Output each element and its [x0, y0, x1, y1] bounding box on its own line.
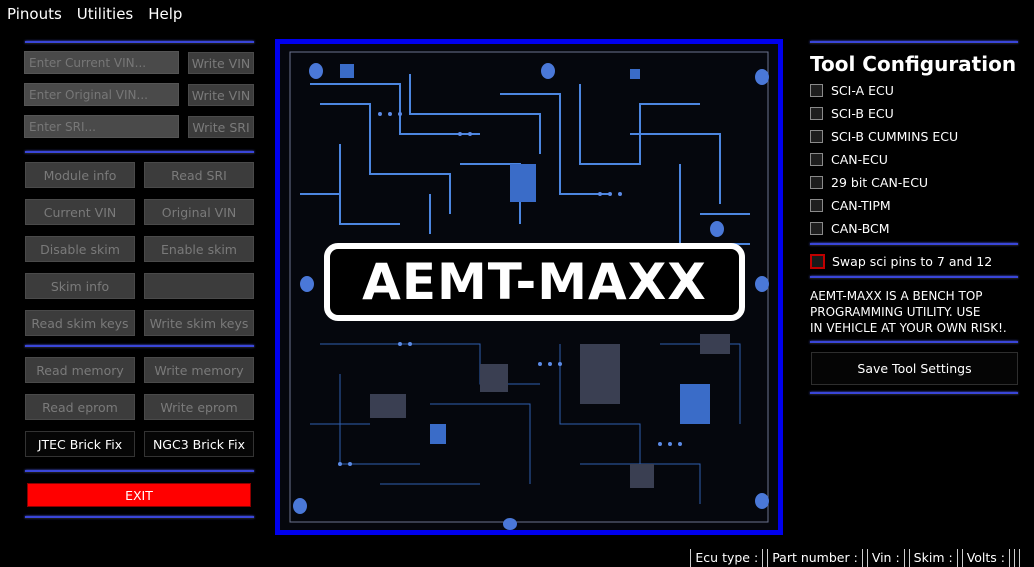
- option-sci-a-ecu[interactable]: SCI-A ECU: [810, 82, 894, 98]
- separator: [25, 41, 254, 44]
- circuit-board-image: AEMT-MAXX: [275, 39, 783, 535]
- current-vin-input[interactable]: [24, 51, 179, 74]
- warning-notice: AEMT-MAXX IS A BENCH TOP PROGRAMMING UTI…: [810, 289, 1007, 335]
- menu-help[interactable]: Help: [141, 0, 190, 28]
- disable-skim-button[interactable]: Disable skim: [25, 236, 135, 262]
- option-label: 29 bit CAN-ECU: [831, 174, 929, 190]
- status-volts: Volts :: [961, 549, 1010, 567]
- option-sci-b-ecu[interactable]: SCI-B ECU: [810, 105, 894, 121]
- checkbox-icon[interactable]: [810, 152, 823, 166]
- checkbox-icon[interactable]: [810, 129, 823, 143]
- read-skim-keys-button[interactable]: Read skim keys: [25, 310, 135, 336]
- module-info-button[interactable]: Module info: [25, 162, 135, 188]
- separator: [25, 151, 254, 154]
- status-ecu-type: Ecu type :: [690, 549, 764, 567]
- checkbox-icon[interactable]: [810, 253, 825, 269]
- menu-bar: Pinouts Utilities Help: [0, 0, 190, 28]
- original-vin-button[interactable]: Original VIN: [144, 199, 254, 225]
- option-label: Swap sci pins to 7 and 12: [832, 253, 993, 269]
- logo-text: AEMT-MAXX: [362, 253, 707, 311]
- option-swap-sci-pins[interactable]: Swap sci pins to 7 and 12: [810, 253, 992, 269]
- blank-button[interactable]: [144, 273, 254, 299]
- checkbox-icon[interactable]: [810, 106, 823, 120]
- ngc3-brick-fix-button[interactable]: NGC3 Brick Fix: [144, 431, 254, 457]
- write-skim-keys-button[interactable]: Write skim keys: [144, 310, 254, 336]
- separator: [810, 41, 1018, 44]
- original-vin-input[interactable]: [24, 83, 179, 106]
- checkbox-icon[interactable]: [810, 198, 823, 212]
- separator: [810, 392, 1018, 395]
- option-label: CAN-ECU: [831, 151, 888, 167]
- save-tool-settings-button[interactable]: Save Tool Settings: [811, 352, 1018, 385]
- separator: [810, 243, 1018, 246]
- read-eprom-button[interactable]: Read eprom: [25, 394, 135, 420]
- logo-banner: AEMT-MAXX: [324, 243, 745, 321]
- read-sri-button[interactable]: Read SRI: [144, 162, 254, 188]
- current-vin-button[interactable]: Current VIN: [25, 199, 135, 225]
- option-label: CAN-BCM: [831, 220, 890, 236]
- read-memory-button[interactable]: Read memory: [25, 357, 135, 383]
- status-vin: Vin :: [866, 549, 905, 567]
- option-label: CAN-TIPM: [831, 197, 891, 213]
- option-label: SCI-A ECU: [831, 82, 894, 98]
- checkbox-icon[interactable]: [810, 175, 823, 189]
- option-sci-b-cummins-ecu[interactable]: SCI-B CUMMINS ECU: [810, 128, 958, 144]
- separator: [25, 516, 254, 519]
- separator: [810, 341, 1018, 344]
- option-label: SCI-B ECU: [831, 105, 894, 121]
- status-bar: Ecu type : Part number : Vin : Skim : Vo…: [686, 549, 1020, 567]
- checkbox-icon[interactable]: [810, 83, 823, 97]
- option-can-bcm[interactable]: CAN-BCM: [810, 220, 890, 236]
- write-eprom-button[interactable]: Write eprom: [144, 394, 254, 420]
- menu-utilities[interactable]: Utilities: [70, 0, 141, 28]
- menu-pinouts[interactable]: Pinouts: [0, 0, 70, 28]
- write-memory-button[interactable]: Write memory: [144, 357, 254, 383]
- write-original-vin-button[interactable]: Write VIN: [188, 84, 254, 106]
- jtec-brick-fix-button[interactable]: JTEC Brick Fix: [25, 431, 135, 457]
- checkbox-icon[interactable]: [810, 221, 823, 235]
- separator: [25, 470, 254, 473]
- option-can-tipm[interactable]: CAN-TIPM: [810, 197, 891, 213]
- write-sri-button[interactable]: Write SRI: [188, 116, 254, 138]
- tool-configuration-title: Tool Configuration: [810, 52, 1017, 76]
- option-label: SCI-B CUMMINS ECU: [831, 128, 959, 144]
- option-can-ecu[interactable]: CAN-ECU: [810, 151, 888, 167]
- skim-info-button[interactable]: Skim info: [25, 273, 135, 299]
- status-extra: [1014, 549, 1020, 567]
- sri-input[interactable]: [24, 115, 179, 138]
- write-vin-button[interactable]: Write VIN: [188, 52, 254, 74]
- status-skim: Skim :: [908, 549, 958, 567]
- enable-skim-button[interactable]: Enable skim: [144, 236, 254, 262]
- exit-button[interactable]: EXIT: [27, 483, 251, 507]
- option-29bit-can-ecu[interactable]: 29 bit CAN-ECU: [810, 174, 928, 190]
- separator: [25, 345, 254, 348]
- status-part-number: Part number :: [767, 549, 863, 567]
- separator: [810, 276, 1018, 279]
